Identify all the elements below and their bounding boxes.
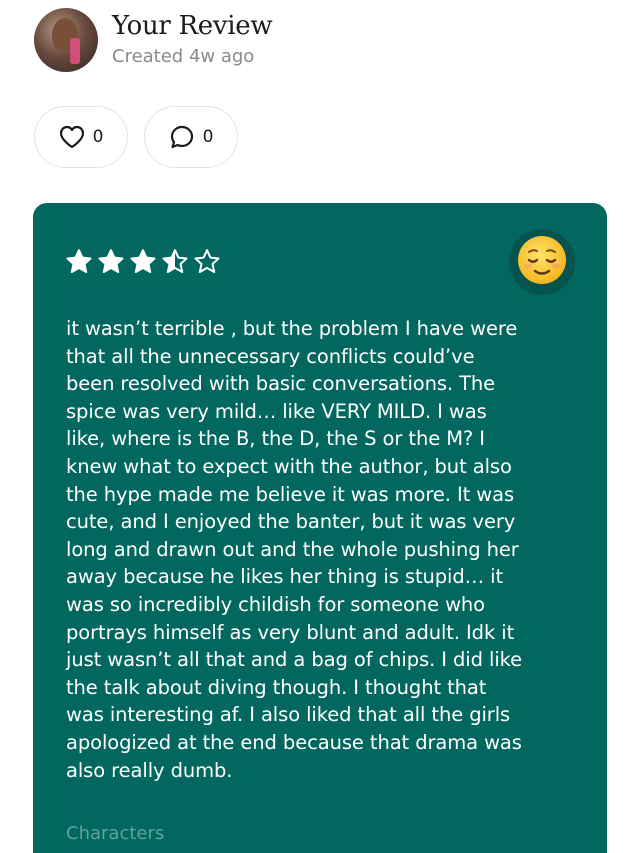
heart-icon: [59, 125, 85, 149]
review-body: it wasn’t terrible , but the problem I h…: [66, 317, 523, 782]
star-full-icon: [129, 247, 157, 275]
reaction-bar: 0 0: [34, 106, 238, 168]
like-button[interactable]: 0: [34, 106, 128, 168]
header-text: Your Review Created 4w ago: [112, 11, 273, 69]
review-page: Your Review Created 4w ago 0 0 it wasn’t…: [0, 0, 640, 853]
avatar[interactable]: [34, 8, 98, 72]
comment-bubble-icon: [169, 124, 195, 150]
mood-badge: [509, 229, 575, 295]
star-full-icon: [97, 247, 125, 275]
review-header: Your Review Created 4w ago: [34, 8, 273, 72]
comment-button[interactable]: 0: [144, 106, 238, 168]
comment-count: 0: [202, 127, 214, 147]
like-count: 0: [92, 127, 104, 147]
page-title: Your Review: [112, 11, 273, 41]
star-half-icon: [161, 247, 189, 275]
characters-section-label: Characters: [66, 823, 165, 844]
created-timestamp: Created 4w ago: [112, 46, 255, 67]
star-empty-icon: [193, 247, 221, 275]
review-card: it wasn’t terrible , but the problem I h…: [33, 203, 607, 853]
star-full-icon: [65, 247, 93, 275]
star-rating: [65, 247, 221, 275]
relieved-face-emoji-icon: [516, 234, 568, 290]
